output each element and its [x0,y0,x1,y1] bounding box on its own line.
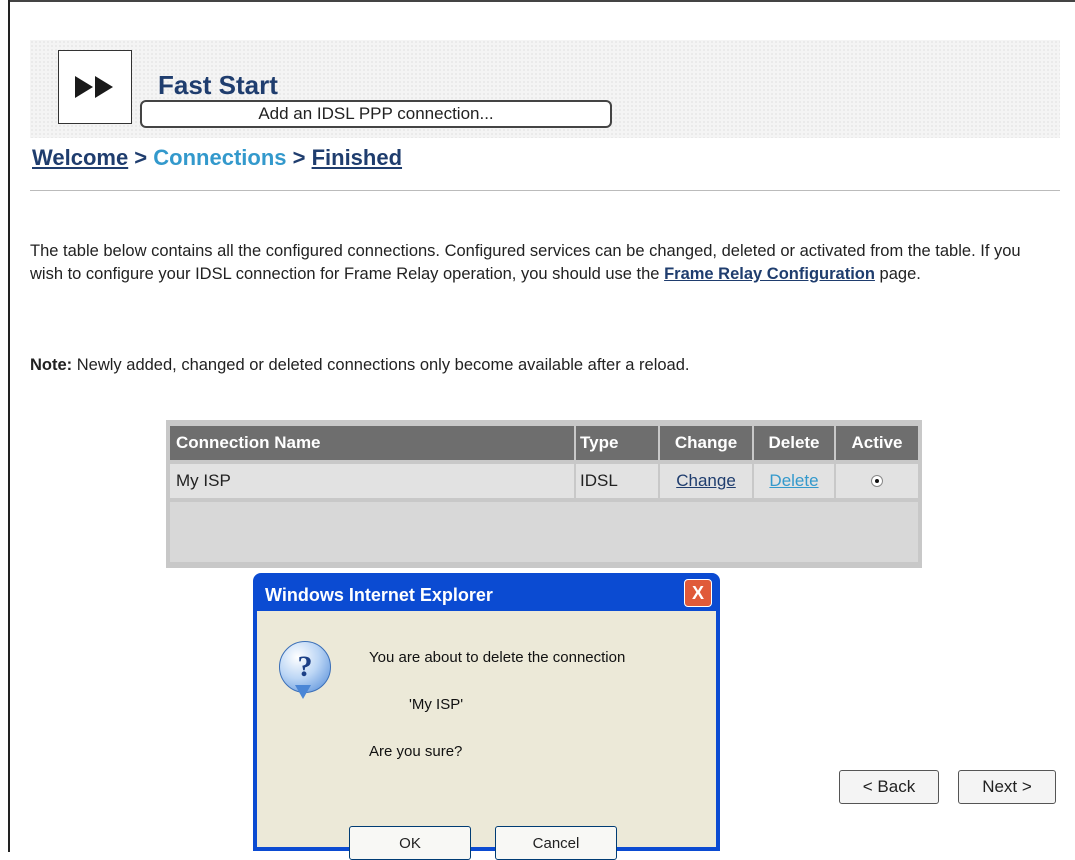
delete-link[interactable]: Delete [769,471,818,491]
window-left-border [8,0,10,852]
cell-connection-name: My ISP [170,464,574,498]
breadcrumb: Welcome > Connections > Finished [32,145,402,171]
column-header-type: Type [576,426,658,460]
cell-active [836,464,918,498]
note-label: Note: [30,356,73,374]
intro-text-end: page. [874,265,921,283]
breadcrumb-separator: > [128,145,154,170]
column-header-change: Change [660,426,752,460]
frame-relay-config-link[interactable]: Frame Relay Configuration [664,265,875,283]
column-header-delete: Delete [754,426,834,460]
window-top-border [8,0,1075,2]
dialog-question: Are you sure? [369,743,463,760]
cell-type: IDSL [576,464,658,498]
breadcrumb-welcome[interactable]: Welcome [32,145,128,170]
breadcrumb-finished[interactable]: Finished [312,145,402,170]
close-icon[interactable]: X [684,579,712,607]
cancel-button[interactable]: Cancel [495,826,617,860]
cell-change: Change [660,464,752,498]
cell-delete: Delete [754,464,834,498]
add-idsl-ppp-connection-button[interactable]: Add an IDSL PPP connection... [140,100,612,128]
dialog-connection-name: 'My ISP' [409,696,464,713]
column-header-active: Active [836,426,918,460]
confirm-dialog: Windows Internet Explorer X ? You are ab… [253,573,720,860]
dialog-title: Windows Internet Explorer [265,585,493,605]
page-title: Fast Start [158,70,278,100]
note-text: Newly added, changed or deleted connecti… [72,356,690,374]
next-button[interactable]: Next > [958,770,1056,804]
change-link[interactable]: Change [676,471,736,491]
ok-button[interactable]: OK [349,826,471,860]
question-icon-tail [295,685,311,699]
dialog-message: You are about to delete the connection [369,649,626,666]
divider [30,190,1060,191]
note-paragraph: Note: Newly added, changed or deleted co… [30,356,690,375]
fast-forward-icon [75,76,113,98]
dialog-body: ? You are about to delete the connection… [257,611,716,860]
back-button[interactable]: < Back [839,770,939,804]
breadcrumb-connections: Connections [153,145,287,170]
breadcrumb-separator: > [286,145,312,170]
column-header-name: Connection Name [170,426,574,460]
fast-start-logo [58,50,132,124]
active-radio[interactable] [871,475,883,487]
add-button-row [170,502,918,562]
connections-table: Connection Name Type Change Delete Activ… [166,420,922,568]
intro-paragraph: The table below contains all the configu… [30,240,1040,286]
